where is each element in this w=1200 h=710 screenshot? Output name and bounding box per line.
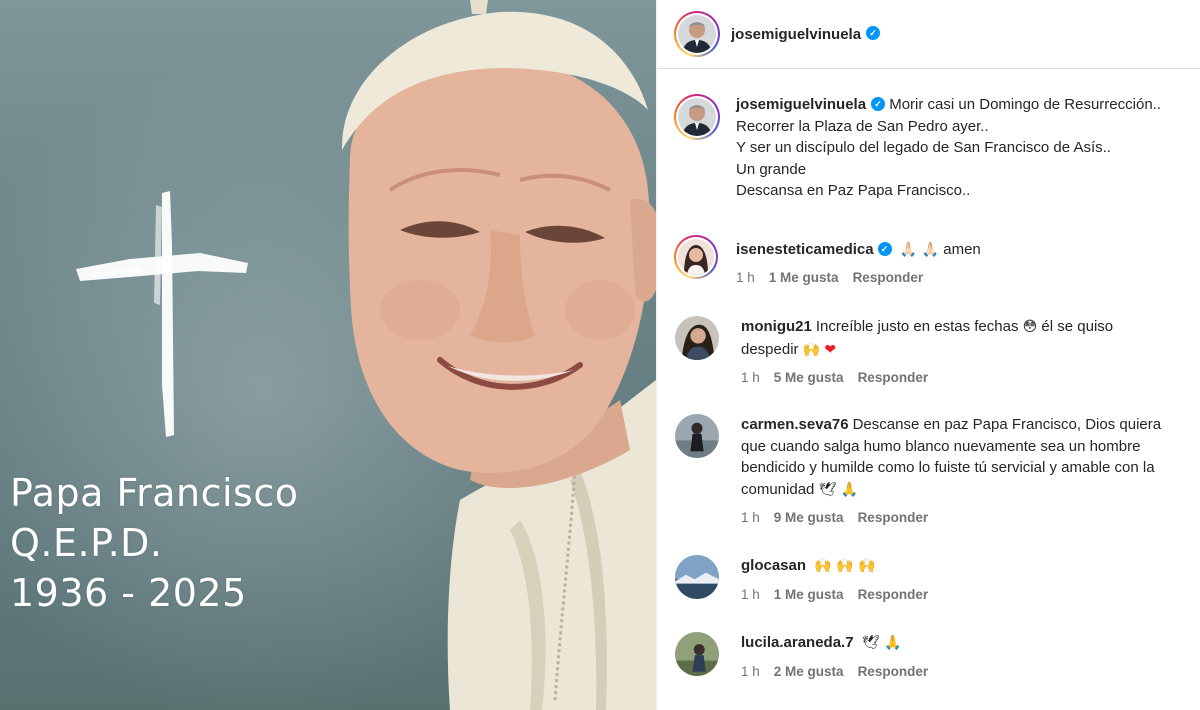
verified-icon: ✓ <box>871 97 886 112</box>
comment-item: isenesteticamedica ✓ 🙏🏻 🙏🏻 amen 1 h 1 Me … <box>674 235 1196 285</box>
avatar[interactable] <box>675 555 719 599</box>
post-image[interactable]: Papa Francisco Q.E.P.D. 1936 - 2025 <box>0 0 656 710</box>
comment-time[interactable]: 1 h <box>741 370 760 385</box>
memorial-rip: Q.E.P.D. <box>10 521 163 565</box>
verified-icon: ✓ <box>877 242 892 257</box>
raised-hands-icon: 🙌 <box>802 341 821 358</box>
comment-text: él se quiso <box>1041 318 1114 335</box>
caption-line: Morir casi un Domingo de Resurrección.. <box>889 96 1161 113</box>
caption-line: Un grande <box>736 160 807 178</box>
comments-panel: josemiguelvinuela ✓ josemiguelvinuela ✓ … <box>656 0 1200 710</box>
commenter-story-ring[interactable] <box>674 235 718 279</box>
reply-button[interactable]: Responder <box>858 587 929 602</box>
dove-pray-emoji-icon: 🕊 🙏 <box>861 635 902 651</box>
comment-username[interactable]: monigu21 <box>741 318 812 335</box>
heart-icon: ❤ <box>824 341 837 358</box>
memorial-years: 1936 - 2025 <box>10 571 247 615</box>
comment-username[interactable]: lucila.araneda.7 <box>741 634 854 651</box>
caption-username[interactable]: josemiguelvinuela <box>736 96 866 113</box>
comment-username[interactable]: glocasan <box>741 557 806 574</box>
comment-text: amen <box>943 241 981 258</box>
avatar[interactable] <box>675 316 719 360</box>
avatar[interactable] <box>675 632 719 676</box>
comment-likes[interactable]: 5 Me gusta <box>774 370 844 385</box>
avatar <box>678 98 716 136</box>
post-caption: josemiguelvinuela ✓ Morir casi un Domingo… <box>674 94 1196 202</box>
comment-time[interactable]: 1 h <box>736 270 755 285</box>
comment-item: monigu21 Increíble justo en estas fechas … <box>674 316 1200 385</box>
post-header: josemiguelvinuela ✓ <box>657 0 1200 69</box>
comment-item: lucila.araneda.7 🕊 🙏 1 h 2 Me gusta Resp… <box>674 632 1200 679</box>
dove-pray-emoji-icon: 🕊 🙏 <box>818 481 859 498</box>
comment-username[interactable]: carmen.seva76 <box>741 416 849 433</box>
story-ring[interactable] <box>674 11 720 57</box>
caption-line: Recorrer la Plaza de San Pedro ayer.. <box>736 117 989 135</box>
flushed-emoji-icon: 😳 <box>1022 319 1038 335</box>
comment-time[interactable]: 1 h <box>741 510 760 525</box>
comment-item: carmen.seva76 Descanse en paz Papa Franci… <box>674 414 1200 525</box>
comment-text: comunidad <box>741 480 815 498</box>
comment-likes[interactable]: 1 Me gusta <box>774 587 844 602</box>
cross-icon <box>76 191 248 437</box>
avatar <box>678 239 714 275</box>
pray-emoji-icon: 🙏🏻 🙏🏻 <box>899 242 940 258</box>
avatar <box>678 15 716 53</box>
memorial-name: Papa Francisco <box>10 471 299 515</box>
comment-text: Increíble justo en estas fechas <box>815 318 1019 335</box>
memorial-caption: Papa Francisco Q.E.P.D. 1936 - 2025 <box>10 468 298 618</box>
comment-likes[interactable]: 1 Me gusta <box>769 270 839 285</box>
reply-button[interactable]: Responder <box>858 510 929 525</box>
caption-line: Y ser un discípulo del legado de San Fra… <box>736 139 1111 156</box>
comment-text: Descanse en paz Papa Francisco, Dios qui… <box>852 416 1162 433</box>
raised-hands-icon: 🙌 🙌 🙌 <box>814 558 876 574</box>
comment-likes[interactable]: 9 Me gusta <box>774 510 844 525</box>
comment-text: que cuando salga humo blanco nuevamente … <box>741 437 1141 455</box>
reply-button[interactable]: Responder <box>853 270 924 285</box>
instagram-post-view: Papa Francisco Q.E.P.D. 1936 - 2025 jose… <box>0 0 1200 710</box>
pope-portrait-image <box>341 0 656 710</box>
reply-button[interactable]: Responder <box>858 664 929 679</box>
comment-item: glocasan 🙌 🙌 🙌 1 h 1 Me gusta Responder <box>674 555 1200 602</box>
verified-icon: ✓ <box>866 26 881 40</box>
comment-time[interactable]: 1 h <box>741 587 760 602</box>
caption-text: josemiguelvinuela ✓ Morir casi un Domingo… <box>736 94 1196 202</box>
reply-button[interactable]: Responder <box>858 370 929 385</box>
avatar[interactable] <box>675 414 719 458</box>
caption-story-ring[interactable] <box>674 94 720 140</box>
comment-likes[interactable]: 2 Me gusta <box>774 664 844 679</box>
header-username[interactable]: josemiguelvinuela <box>731 26 861 43</box>
comment-username[interactable]: isenesteticamedica <box>736 241 874 258</box>
comment-text: despedir <box>741 340 799 358</box>
comment-time[interactable]: 1 h <box>741 664 760 679</box>
caption-line: Descansa en Paz Papa Francisco.. <box>736 182 971 199</box>
comment-text: bendicido y humilde como lo fuiste tú se… <box>741 459 1155 476</box>
